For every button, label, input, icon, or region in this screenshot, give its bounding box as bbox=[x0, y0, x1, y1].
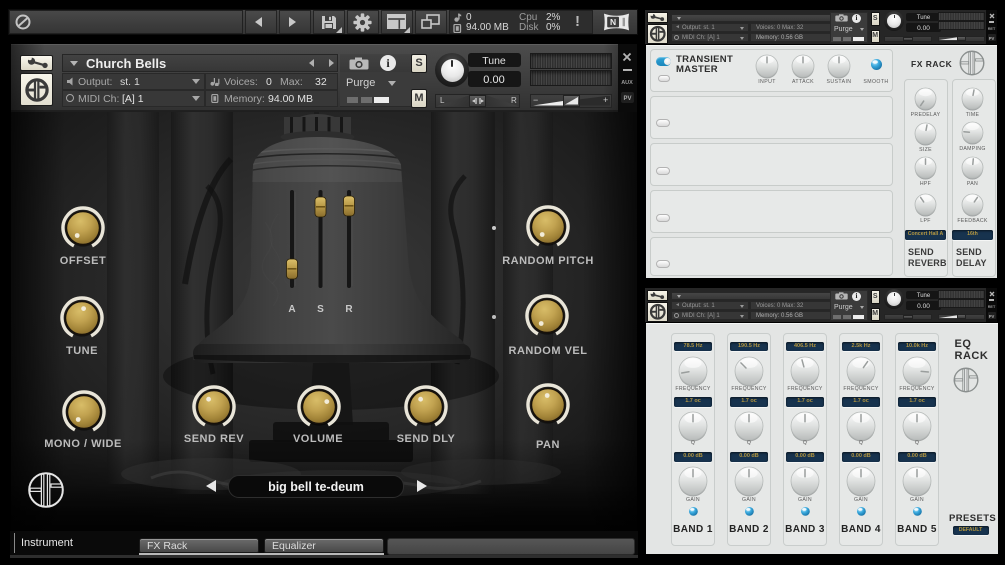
svg-text:N: N bbox=[610, 17, 616, 27]
svg-text:R: R bbox=[345, 304, 353, 315]
svg-text:A: A bbox=[288, 304, 295, 315]
svg-text:S: S bbox=[317, 304, 324, 315]
